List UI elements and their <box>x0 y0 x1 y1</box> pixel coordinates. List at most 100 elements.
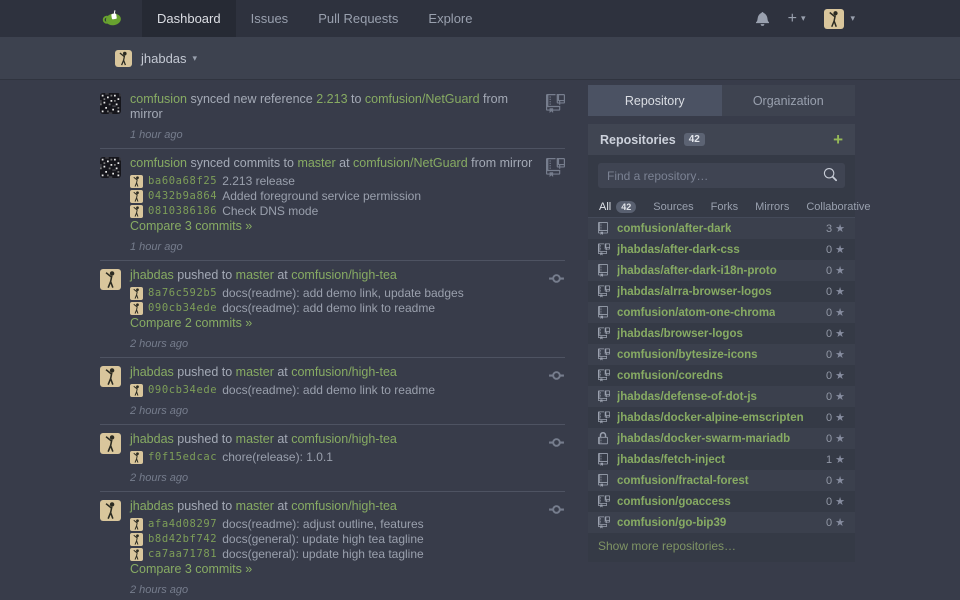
repo-link[interactable]: comfusion/high-tea <box>291 365 397 379</box>
actor-link[interactable]: comfusion <box>130 156 187 170</box>
repository-list-item[interactable]: jhabdas/docker-swarm-mariadb 0 ★ <box>588 428 855 449</box>
filter-tab-all[interactable]: All 42 <box>599 201 636 213</box>
actor-link[interactable]: jhabdas <box>130 432 174 446</box>
repository-list-item[interactable]: jhabdas/after-dark-i18n-proto 0 ★ <box>588 260 855 281</box>
repo-link[interactable]: comfusion/high-tea <box>291 432 397 446</box>
feed-actor-avatar[interactable] <box>100 366 121 387</box>
create-new-button[interactable]: + ▾ <box>788 12 806 26</box>
repository-list-item[interactable]: jhabdas/docker-alpine-emscripten 0 ★ <box>588 407 855 428</box>
filter-tab-mirrors[interactable]: Mirrors <box>755 201 789 213</box>
feed-actor-avatar[interactable] <box>100 157 121 178</box>
repository-name-link[interactable]: jhabdas/fetch-inject <box>617 454 725 466</box>
feed-item: jhabdas pushed to master at comfusion/hi… <box>100 261 565 358</box>
repository-name-link[interactable]: jhabdas/docker-alpine-emscripten <box>617 412 804 424</box>
add-repository-button[interactable]: + <box>833 132 843 148</box>
filter-tab-collaborative[interactable]: Collaborative <box>806 201 870 213</box>
chevron-down-icon[interactable]: ▾ <box>193 53 198 64</box>
feed-title: jhabdas pushed to master at comfusion/hi… <box>130 499 541 514</box>
repo-clone-icon <box>598 327 612 340</box>
repository-list-item[interactable]: comfusion/atom-one-chroma 0 ★ <box>588 302 855 323</box>
commit-hash-link[interactable]: 090cb34ede <box>148 383 217 398</box>
tab-repository[interactable]: Repository <box>588 85 722 116</box>
chevron-down-icon: ▾ <box>850 13 855 24</box>
repository-list-item[interactable]: jhabdas/browser-logos 0 ★ <box>588 323 855 344</box>
actor-link[interactable]: comfusion <box>130 92 187 106</box>
plus-icon: + <box>788 12 797 26</box>
committer-avatar <box>130 302 143 315</box>
compare-commits-link[interactable]: Compare 2 commits » <box>130 316 541 331</box>
repo-link[interactable]: comfusion/high-tea <box>291 499 397 513</box>
repository-name-link[interactable]: comfusion/fractal-forest <box>617 475 749 487</box>
repository-name-link[interactable]: jhabdas/docker-swarm-mariadb <box>617 433 790 445</box>
repository-list-item[interactable]: jhabdas/alrra-browser-logos 0 ★ <box>588 281 855 302</box>
feed-actor-avatar[interactable] <box>100 433 121 454</box>
repository-list-item[interactable]: comfusion/coredns 0 ★ <box>588 365 855 386</box>
tab-organization[interactable]: Organization <box>722 85 856 116</box>
repository-name-link[interactable]: jhabdas/after-dark-i18n-proto <box>617 265 777 277</box>
filter-tab-forks[interactable]: Forks <box>711 201 739 213</box>
repository-list-item[interactable]: comfusion/after-dark 3 ★ <box>588 218 855 239</box>
repository-name-link[interactable]: jhabdas/alrra-browser-logos <box>617 286 772 298</box>
ref-link[interactable]: master <box>236 268 274 282</box>
commit-message: docs(readme): add demo link to readme <box>222 301 435 316</box>
repo-link[interactable]: comfusion/NetGuard <box>365 92 480 106</box>
show-more-repositories-link[interactable]: Show more repositories… <box>588 533 855 562</box>
commit-hash-link[interactable]: 0432b9a864 <box>148 189 217 204</box>
repository-name-link[interactable]: comfusion/bytesize-icons <box>617 349 758 361</box>
repository-name-link[interactable]: jhabdas/after-dark-css <box>617 244 740 256</box>
commit-hash-link[interactable]: 8a76c592b5 <box>148 286 217 301</box>
feed-actor-avatar[interactable] <box>100 500 121 521</box>
repo-link[interactable]: comfusion/high-tea <box>291 268 397 282</box>
ref-link[interactable]: master <box>236 365 274 379</box>
feed-actor-avatar[interactable] <box>100 269 121 290</box>
commit-hash-link[interactable]: b8d42bf742 <box>148 532 217 547</box>
repository-star-count: 0 ★ <box>826 348 845 361</box>
repo-clone-icon <box>598 390 612 403</box>
repository-name-link[interactable]: jhabdas/defense-of-dot-js <box>617 391 757 403</box>
repository-list-item[interactable]: jhabdas/fetch-inject 1 ★ <box>588 449 855 470</box>
repository-list-item[interactable]: comfusion/go-bip39 0 ★ <box>588 512 855 533</box>
repository-list-item[interactable]: comfusion/goaccess 0 ★ <box>588 491 855 512</box>
actor-link[interactable]: jhabdas <box>130 268 174 282</box>
repository-list-item[interactable]: comfusion/fractal-forest 0 ★ <box>588 470 855 491</box>
feed-actor-avatar[interactable] <box>100 93 121 114</box>
repository-search-input[interactable] <box>598 163 845 188</box>
commit-hash-link[interactable]: f0f15edcac <box>148 450 217 465</box>
repo-link[interactable]: comfusion/NetGuard <box>353 156 468 170</box>
ref-link[interactable]: master <box>297 156 335 170</box>
actor-link[interactable]: jhabdas <box>130 365 174 379</box>
ref-link[interactable]: master <box>236 432 274 446</box>
repository-name-link[interactable]: jhabdas/browser-logos <box>617 328 743 340</box>
user-menu-button[interactable]: ▾ <box>824 9 855 29</box>
filter-tab-sources[interactable]: Sources <box>653 201 693 213</box>
repository-name-link[interactable]: comfusion/go-bip39 <box>617 517 726 529</box>
ref-link[interactable]: master <box>236 499 274 513</box>
repository-name-link[interactable]: comfusion/goaccess <box>617 496 731 508</box>
repository-list-item[interactable]: jhabdas/after-dark-css 0 ★ <box>588 239 855 260</box>
navbar-item-issues[interactable]: Issues <box>236 0 304 37</box>
repository-name-link[interactable]: comfusion/atom-one-chroma <box>617 307 775 319</box>
repository-list-item[interactable]: comfusion/bytesize-icons 0 ★ <box>588 344 855 365</box>
repo-clone-icon <box>598 348 612 361</box>
gitea-logo-icon[interactable] <box>100 7 126 31</box>
context-user-name[interactable]: jhabdas <box>141 51 187 66</box>
compare-commits-link[interactable]: Compare 3 commits » <box>130 219 541 234</box>
star-icon: ★ <box>835 495 845 508</box>
repository-name-link[interactable]: comfusion/after-dark <box>617 223 731 235</box>
repository-list-item[interactable]: jhabdas/defense-of-dot-js 0 ★ <box>588 386 855 407</box>
repository-name-link[interactable]: comfusion/coredns <box>617 370 723 382</box>
ref-link[interactable]: 2.213 <box>316 92 347 106</box>
commit-hash-link[interactable]: 0810386186 <box>148 204 217 219</box>
navbar-item-dashboard[interactable]: Dashboard <box>142 0 236 37</box>
commit-hash-link[interactable]: 090cb34ede <box>148 301 217 316</box>
navbar-item-pull-requests[interactable]: Pull Requests <box>303 0 413 37</box>
commit-line: 0810386186 Check DNS mode <box>130 204 541 219</box>
notifications-bell-icon[interactable] <box>756 11 769 26</box>
repository-star-count: 0 ★ <box>826 474 845 487</box>
commit-hash-link[interactable]: ba60a68f25 <box>148 174 217 189</box>
navbar-item-explore[interactable]: Explore <box>413 0 487 37</box>
commit-hash-link[interactable]: ca7aa71781 <box>148 547 217 562</box>
commit-hash-link[interactable]: afa4d08297 <box>148 517 217 532</box>
compare-commits-link[interactable]: Compare 3 commits » <box>130 562 541 577</box>
actor-link[interactable]: jhabdas <box>130 499 174 513</box>
